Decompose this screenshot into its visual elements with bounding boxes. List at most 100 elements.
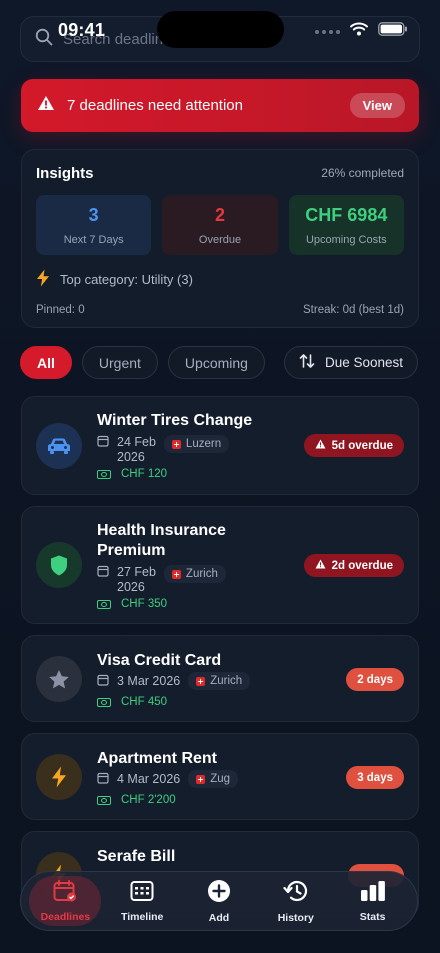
deadline-date: 4 Mar 2026 [97, 772, 180, 788]
deadline-title: Apartment Rent [97, 750, 218, 767]
cost-label: CHF 450 [121, 696, 168, 708]
location-tag: Zug [188, 770, 239, 788]
tab-label: Timeline [120, 910, 164, 923]
deadline-card[interactable]: Apartment Rent 4 Mar 2026 Zug CHF 2'200 … [21, 733, 419, 820]
calendar-icon [97, 674, 109, 690]
tab-label: Stats [359, 910, 386, 923]
status-badge: 5d overdue [303, 434, 404, 457]
deadline-cost: CHF 350 [97, 598, 167, 610]
status-badge: 3 days [346, 766, 404, 789]
next-7-days-label: Next 7 Days [63, 233, 124, 246]
deadline-title: Winter Tires Change [97, 412, 253, 429]
insights-title: Insights [36, 164, 94, 182]
deadline-meta: 27 Feb 2026 Zurich [97, 565, 226, 595]
stats-icon [360, 880, 386, 907]
cost-label: CHF 350 [121, 598, 168, 610]
filter-urgent[interactable]: Urgent [81, 346, 158, 379]
status-badge: 2 days [346, 668, 404, 691]
warning-icon [37, 95, 55, 116]
warning-icon [315, 559, 326, 572]
tab-bar: Deadlines Timeline Add History Stats [20, 871, 418, 931]
tab-add[interactable]: Add [183, 876, 255, 926]
bolt-icon [36, 269, 50, 290]
overdue-value: 2 [214, 204, 225, 225]
tab-label: Deadlines [40, 910, 91, 923]
tab-history[interactable]: History [260, 876, 332, 926]
tab-stats[interactable]: Stats [337, 876, 409, 926]
swiss-flag-icon [171, 569, 181, 579]
tab-timeline[interactable]: Timeline [106, 876, 178, 926]
deadline-cost: CHF 2'200 [97, 794, 176, 806]
wifi-icon [350, 22, 368, 41]
deadline-title: Serafe Bill [97, 848, 176, 865]
deadline-meta: 24 Feb 2026 Luzern [97, 435, 230, 465]
tab-deadlines[interactable]: Deadlines [29, 876, 102, 926]
swiss-flag-icon [196, 774, 206, 784]
deadline-cost: CHF 120 [97, 468, 167, 480]
sort-icon [299, 353, 315, 372]
alert-message: 7 deadlines need attention [67, 97, 243, 114]
badge-label: 3 days [357, 771, 393, 784]
upcoming-costs-value: CHF 6984 [305, 204, 388, 225]
calendar-icon [97, 772, 109, 788]
deadline-date: 24 Feb 2026 [97, 435, 156, 465]
tab-label: Add [208, 911, 230, 924]
cost-label: CHF 2'200 [121, 794, 176, 806]
signal-icon [315, 29, 340, 34]
calendar-icon [97, 565, 109, 581]
cost-label: CHF 120 [121, 468, 168, 480]
warning-icon [315, 439, 326, 452]
deadline-date-line1: 24 Feb [117, 435, 156, 449]
deadline-date-text: 4 Mar 2026 [117, 772, 181, 786]
sort-button[interactable]: Due Soonest [284, 346, 418, 379]
next-7-days-card[interactable]: 3 Next 7 Days [36, 195, 152, 255]
money-icon [97, 469, 111, 479]
sort-label: Due Soonest [324, 355, 404, 370]
location-tag: Zurich [163, 565, 226, 583]
badge-label: 2d overdue [331, 559, 393, 572]
status-icons [315, 22, 408, 41]
deadline-date-line2: 2026 [117, 580, 145, 594]
deadline-cost: CHF 450 [97, 696, 167, 708]
deadline-card[interactable]: Health Insurance Premium 27 Feb 2026 Zuric… [21, 506, 419, 624]
filter-upcoming[interactable]: Upcoming [167, 346, 265, 379]
money-icon [97, 599, 111, 609]
deadline-date-line2: 2026 [117, 450, 145, 464]
location-tag: Luzern [163, 435, 230, 453]
plus-icon [207, 879, 231, 908]
deadline-meta: 4 Mar 2026 Zug [97, 770, 239, 788]
star-icon [36, 656, 82, 702]
upcoming-costs-label: Upcoming Costs [305, 233, 387, 246]
dynamic-island [157, 11, 284, 48]
money-icon [97, 697, 111, 707]
completion-text: 26% completed [321, 166, 404, 180]
upcoming-costs-card[interactable]: CHF 6984 Upcoming Costs [288, 195, 404, 255]
location-label: Zurich [210, 675, 243, 687]
deadline-date: 3 Mar 2026 [97, 674, 180, 690]
attention-alert[interactable]: 7 deadlines need attention View [21, 79, 419, 132]
filter-all[interactable]: All [20, 346, 72, 379]
streak-text: Streak: 0d (best 1d) [303, 304, 404, 316]
deadline-title-line1: Health Insurance [97, 522, 226, 539]
next-7-days-value: 3 [88, 204, 99, 225]
deadline-date: 27 Feb 2026 [97, 565, 156, 595]
deadline-card[interactable]: Winter Tires Change 24 Feb 2026 Luzern CH… [21, 396, 419, 495]
deadline-title-line2: Premium [97, 542, 166, 559]
deadlines-screen: 09:41 7 deadlines need attention View In… [0, 0, 440, 953]
view-button[interactable]: View [349, 93, 405, 118]
deadline-title: Health Insurance Premium [97, 521, 277, 561]
search-icon [35, 28, 53, 51]
overdue-card[interactable]: 2 Overdue [162, 195, 278, 255]
shield-icon [36, 542, 82, 588]
calendar-icon [53, 879, 77, 907]
car-icon [36, 423, 82, 469]
deadline-card[interactable]: Visa Credit Card 3 Mar 2026 Zurich CHF 4… [21, 635, 419, 722]
battery-icon [378, 22, 408, 41]
timeline-icon [130, 880, 154, 907]
status-badge: 2d overdue [303, 554, 404, 577]
money-icon [97, 795, 111, 805]
location-label: Zug [210, 773, 231, 785]
location-label: Zurich [185, 568, 218, 580]
deadline-title: Visa Credit Card [97, 652, 222, 669]
pinned-count: Pinned: 0 [36, 304, 85, 316]
